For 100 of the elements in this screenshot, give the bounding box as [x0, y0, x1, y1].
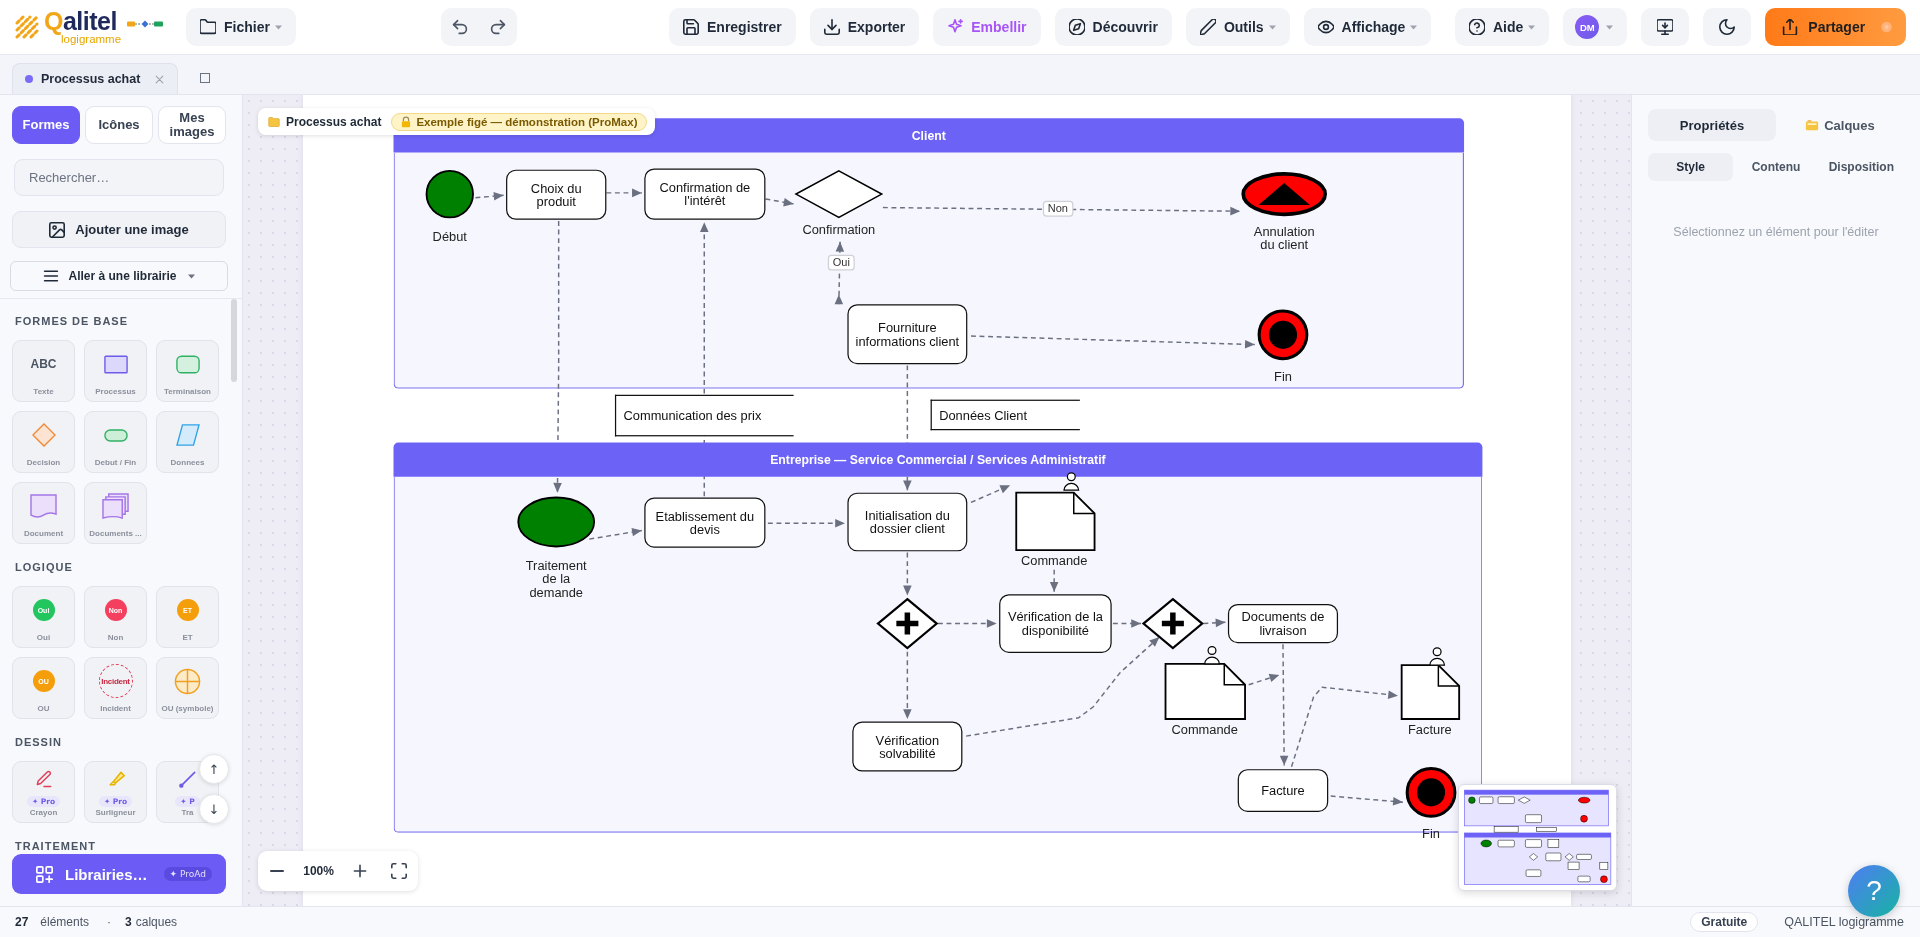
image-icon [49, 221, 66, 238]
person-icon [1203, 645, 1221, 666]
node-label: Confirmation [801, 223, 877, 237]
task-node: Documents de livraison [1227, 604, 1339, 644]
grid-plus-icon [36, 865, 53, 883]
task-node: Vérification de la disponibilité [999, 594, 1112, 653]
save-icon [683, 19, 699, 35]
sidebar-tab[interactable]: Icônes [85, 106, 153, 144]
connector-arrow [903, 650, 912, 720]
scrollbar[interactable] [231, 299, 237, 382]
panel-subtab[interactable]: Disposition [1818, 153, 1904, 181]
scroll-down-button[interactable]: ↓ [199, 794, 229, 824]
pro-tag: ✦ ProAd [163, 867, 212, 881]
panel-tab[interactable]: Propriétés [1648, 109, 1776, 141]
monitor-icon [1657, 19, 1674, 35]
zoom-level: 100% [303, 864, 334, 878]
parallel-gateway [876, 597, 938, 650]
circle-cross-icon [174, 667, 201, 695]
discover-button[interactable]: Découvrir [1054, 8, 1172, 46]
minus-icon [270, 870, 285, 872]
text-annotation: Communication des prix [614, 394, 794, 437]
task-node: Facture [1237, 769, 1329, 812]
end-event [1405, 766, 1457, 819]
pencil-icon [1199, 19, 1216, 35]
sidebar-tab[interactable]: Formes [12, 106, 80, 144]
tools-menu-button[interactable]: Outils [1185, 8, 1290, 46]
parallelogram-icon [175, 424, 200, 446]
libraries-button[interactable]: Librairies… ✦ ProAd [12, 854, 226, 894]
diagram-title: Processus achat [286, 114, 382, 129]
sidebar-tab[interactable]: Mes images [158, 106, 226, 144]
library-menu-button[interactable]: Aller à une librairie [10, 261, 228, 291]
panel-subtab[interactable]: Contenu [1733, 153, 1819, 181]
node-label: Fin [1273, 370, 1293, 384]
share-button[interactable]: Partager [1765, 8, 1907, 46]
lock-icon [400, 115, 413, 128]
rounded-rectangle-icon [175, 354, 200, 374]
beautify-button[interactable]: Embellir [933, 8, 1041, 46]
plus-icon [351, 863, 368, 879]
plan-tag: Gratuite [1690, 912, 1759, 932]
panel-subtab[interactable]: Style [1648, 153, 1734, 181]
add-image-button[interactable]: Ajouter une image [12, 211, 226, 248]
status-text: éléments [40, 915, 90, 929]
node-label: Début [431, 229, 468, 244]
layer-count: 3 [125, 915, 132, 929]
logo-tagline: logigramme [61, 33, 122, 45]
start-event [425, 169, 475, 219]
node-label: Traitement de la demande [524, 558, 588, 600]
eye-icon [1317, 19, 1334, 35]
shape-tile[interactable]: Incident Incident [84, 657, 147, 719]
file-menu-button[interactable]: Fichier [186, 8, 296, 46]
document-icon [30, 493, 57, 519]
panel-tab[interactable]: Calques [1776, 109, 1904, 141]
rectangle-icon [103, 354, 128, 374]
upload-icon [1782, 19, 1799, 35]
scroll-up-button[interactable]: ↑ [199, 754, 229, 784]
task-node: Confirmation de l'intérêt [644, 168, 766, 220]
node-label: Commande [1019, 553, 1089, 568]
connector-arrow [903, 551, 912, 597]
task-node: Etablissement du devis [644, 497, 766, 548]
lane-header: Entreprise — Service Commercial / Services Administratif [393, 442, 1483, 477]
save-button[interactable]: Enregistrer [669, 8, 796, 46]
task-node: Vérification solvabilité [852, 721, 963, 772]
search-field[interactable]: Rechercher… [14, 159, 224, 196]
theme-toggle-button[interactable] [1703, 8, 1752, 46]
node-label: Facture [1407, 722, 1453, 737]
present-button[interactable] [1641, 8, 1690, 46]
empty-state-text: Sélectionnez un élément pour l'éditer [1672, 225, 1880, 239]
status-text: calques [135, 915, 178, 929]
connector-arrow [970, 484, 1011, 504]
section-heading: LOGIQUE [15, 560, 74, 574]
pill-icon [103, 428, 128, 442]
document-tab[interactable]: Processus achat [12, 63, 178, 94]
undo-icon [452, 19, 468, 35]
app-name: QALITEL logigramme [1784, 915, 1904, 929]
download-icon [823, 19, 840, 35]
view-menu-button[interactable]: Affichage [1303, 8, 1432, 46]
shape-tile[interactable]: ABC Texte [12, 340, 75, 402]
square-icon [200, 73, 210, 83]
demo-badge-text: Exemple figé — démonstration (ProMax) [416, 115, 638, 128]
document-shape [1400, 663, 1461, 721]
section-heading: FORMES DE BASE [15, 314, 129, 328]
folder-icon [268, 115, 280, 128]
export-button[interactable]: Exporter [809, 8, 920, 46]
connector-label: Non [1042, 200, 1073, 217]
account-menu-button[interactable]: DM [1563, 8, 1628, 46]
flow-icon [127, 19, 164, 29]
node-label: Commande [1170, 722, 1239, 737]
task-node: Choix du produit [506, 169, 607, 220]
connector-arrow [474, 191, 505, 201]
connector-label: Oui [827, 254, 855, 271]
stacked-documents-icon [102, 492, 129, 520]
text-annotation: Données Client [930, 399, 1080, 431]
separator: · [107, 915, 112, 929]
parallel-gateway [1142, 597, 1204, 650]
connector-arrow [588, 527, 643, 540]
help-menu-button[interactable]: Aide [1455, 8, 1550, 46]
connector-arrow [764, 198, 795, 207]
line-icon [177, 769, 198, 789]
status-dot-icon [25, 75, 33, 83]
folder-icon [200, 19, 216, 35]
